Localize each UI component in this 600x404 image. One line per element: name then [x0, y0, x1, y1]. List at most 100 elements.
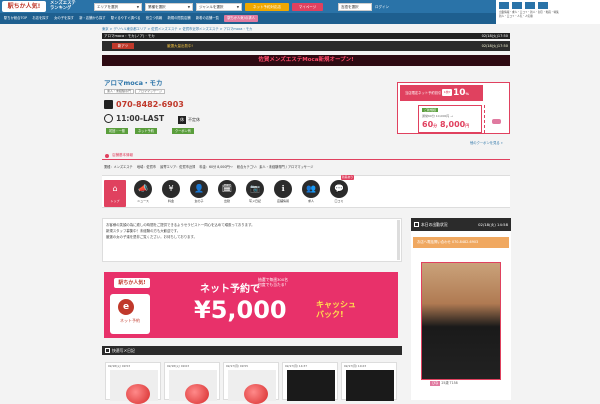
- person-icon: 👤: [190, 180, 208, 198]
- heart-sticker-icon: [126, 384, 150, 404]
- girl-photo[interactable]: [421, 262, 501, 380]
- coupon-price: 60分 8,000円: [422, 120, 470, 129]
- diary-thumb[interactable]: 02/18(火) 09:53: [105, 362, 161, 404]
- diary-date: 02/18(火) 09:53: [108, 364, 130, 368]
- people-icon: 👥: [302, 180, 320, 198]
- ranking-title[interactable]: メンズエステ ランキング: [50, 1, 76, 11]
- tab-recruit[interactable]: 👥 求人: [300, 180, 322, 207]
- nav-item[interactable]: 駅ちか総合TOP: [4, 13, 27, 24]
- nav-item[interactable]: 新着の店舗一覧: [196, 13, 219, 24]
- description-text: お客様の笑顔の為に癒しの時間をご提供できるようセラピスト一同心を込めて頑張ってお…: [106, 223, 255, 239]
- coupon-normal-price: 通常60分 10,000円 →: [422, 114, 453, 118]
- nav-item[interactable]: 駅ぐるやすぐ調べる: [111, 13, 141, 24]
- tab-diary[interactable]: 📷 写メ日記: [244, 180, 266, 207]
- ad-amount: ¥5,000: [194, 296, 287, 324]
- category-tag[interactable]: 新アツ: [112, 43, 134, 49]
- region-select[interactable]: 業種を選択 ▼: [145, 3, 193, 11]
- tab-label: ニュース: [137, 199, 149, 203]
- shop-info-heading: 店舗基本情報: [102, 152, 510, 160]
- holiday-icon: 休: [178, 116, 186, 124]
- category-date: 02/18(火)17:50: [481, 44, 508, 48]
- phone-icon: [104, 100, 113, 109]
- tab-schedule[interactable]: 🗓 出勤: [216, 180, 238, 207]
- ad-phone-label: ネット予約: [120, 318, 140, 323]
- diary-thumb[interactable]: 02/17(月) 14:37: [282, 362, 338, 401]
- tab-shop-info[interactable]: ℹ 店舗情報: [272, 180, 294, 207]
- mypage-button[interactable]: マイページ: [292, 3, 323, 11]
- chevron-down-icon: ▼: [187, 5, 190, 9]
- site-logo[interactable]: 駅ちか人気!: [2, 1, 46, 12]
- scrollbar[interactable]: [397, 220, 400, 260]
- megaphone-icon: 📣: [134, 180, 152, 198]
- recruit-button[interactable]: 駅ちか人気!の求人: [224, 15, 258, 22]
- info-icon: ℹ: [274, 180, 292, 198]
- e-logo-icon: e: [118, 299, 134, 315]
- chat-icon: 💬: [330, 180, 348, 198]
- calendar-icon: 🗓: [218, 180, 236, 198]
- shop-pill: 素人・未経験専門: [104, 89, 135, 94]
- tab-reviews[interactable]: 💬 口コミ: [328, 180, 350, 207]
- nav-icon[interactable]: [499, 2, 509, 9]
- shop-pill: アロママッサージ: [135, 89, 165, 94]
- diary-photo: [346, 370, 394, 401]
- area-select[interactable]: エリアを選択 ▼: [94, 3, 142, 11]
- net-reserve-button[interactable]: ネット予約対応店: [245, 3, 289, 11]
- coupon-detail: ご新規様 通常60分 10,000円 → 60分 8,000円: [418, 105, 482, 133]
- heart-sticker-icon: [244, 384, 268, 404]
- clock-icon: [104, 114, 113, 123]
- diary-thumb[interactable]: 02/17(月) 10:23: [341, 362, 397, 401]
- tab-label: 求人: [307, 199, 314, 203]
- heading-dot-icon: [105, 154, 109, 158]
- shop-tabs: ⌂ トップ 📣 ニュース ¥ 料金 👤 女の子 🗓 出勤 📷 写メ日記 ℹ 店舗情報 👥 求人 …: [102, 175, 510, 208]
- ad-logo: 駅ちか人気!: [114, 278, 150, 288]
- diary-photo: [169, 370, 217, 404]
- right-nav-links-2[interactable]: 新人・口コミ・人気・人気順: [499, 15, 597, 19]
- more-coupons-link[interactable]: 他のクーポンを見る »: [470, 140, 503, 145]
- feature-tag: ネット予約: [135, 128, 157, 134]
- right-nav: 出勤情報・求人・口コミ・新人・割引・動画・特集 新人・口コミ・人気・人気順: [496, 0, 600, 24]
- diary-thumb[interactable]: 02/17(月) 09:55: [223, 362, 279, 404]
- coupon-discount: 10%: [453, 88, 470, 98]
- diary-photo: [110, 370, 158, 404]
- breadcrumb[interactable]: 東京 > デリヘル東京都エリア > 佐賀メンズエステ > 佐賀市近郊メンズエステ…: [102, 26, 502, 31]
- language-select[interactable]: 言語を選択: [338, 3, 372, 11]
- tab-top[interactable]: ⌂ トップ: [104, 180, 126, 207]
- diary-date: 02/17(月) 09:55: [226, 364, 248, 368]
- coupon-card[interactable]: 当店限定ネット予約割引 1枚P 10% ご新規様 通常60分 10,000円 →…: [397, 82, 510, 134]
- tab-label: 料金: [167, 199, 174, 203]
- nav-item[interactable]: 女の子を探す: [54, 13, 74, 24]
- promo-banner[interactable]: 佐賀メンズエステMoca新規オープン!: [102, 55, 510, 66]
- holiday: 休不定休: [178, 116, 200, 124]
- genre-select[interactable]: ジャンルを選択 ▼: [196, 3, 242, 11]
- nav-item[interactable]: 役立つ情報: [146, 13, 162, 24]
- diary-thumb[interactable]: 02/18(火) 09:03: [164, 362, 220, 404]
- nav-icon[interactable]: [538, 2, 548, 9]
- category-bar: 新アツ 厳選大量出勤中! 02/18(火)17:50: [102, 41, 510, 51]
- nav-item[interactable]: 新・店舗から探す: [79, 13, 105, 24]
- login-link[interactable]: ログイン: [375, 3, 390, 11]
- tab-label: 写メ日記: [248, 199, 261, 203]
- shop-info-line: 業種：メンズエステ 地域：佐賀市 最寄エリア：佐賀市近郊 料金：60分 8,00…: [104, 165, 314, 169]
- tab-news[interactable]: 📣 ニュース: [132, 180, 154, 207]
- nav-icon[interactable]: [525, 2, 535, 9]
- phone-number[interactable]: 070-8482-6903: [104, 100, 184, 110]
- nav-item[interactable]: お店を探す: [32, 13, 48, 24]
- girl-name[interactable]: ひな: [430, 381, 441, 386]
- ad-headline: ネット予約で: [200, 284, 260, 295]
- ad-cashback: キャッシュ バック!: [316, 300, 356, 319]
- shop-title-bar: アロマmoca・モカ(ノア) · モカ 02/18(火)17:50: [102, 33, 510, 39]
- ad-phone-illustration: e ネット予約: [110, 294, 150, 334]
- cashback-ad[interactable]: 駅ちか人気! e ネット予約 ネット予約で 抽選で毎週300名 何度でも当たる！ …: [104, 272, 398, 338]
- diary-heading: 快適写メ日記: [102, 346, 402, 355]
- coupon-toggle[interactable]: [492, 119, 501, 124]
- tab-girls[interactable]: 👤 女の子: [188, 180, 210, 207]
- nav-item[interactable]: 新規の閲覧店舗: [168, 13, 191, 24]
- ad-subtext: 抽選で毎週300名 何度でも当たる！: [258, 277, 289, 287]
- home-icon: ⌂: [106, 180, 124, 198]
- call-button[interactable]: お店へ電話問い合わせ 070-8482-6903: [413, 237, 509, 248]
- nav-icon[interactable]: [512, 2, 522, 9]
- sidebar-heading: 本日の出勤状況 02/18(火) 14:58: [411, 218, 511, 231]
- tab-price[interactable]: ¥ 料金: [160, 180, 182, 207]
- girl-meta: ひな 25歳 T158: [430, 381, 492, 397]
- diary-date: 02/18(火) 09:03: [167, 364, 189, 368]
